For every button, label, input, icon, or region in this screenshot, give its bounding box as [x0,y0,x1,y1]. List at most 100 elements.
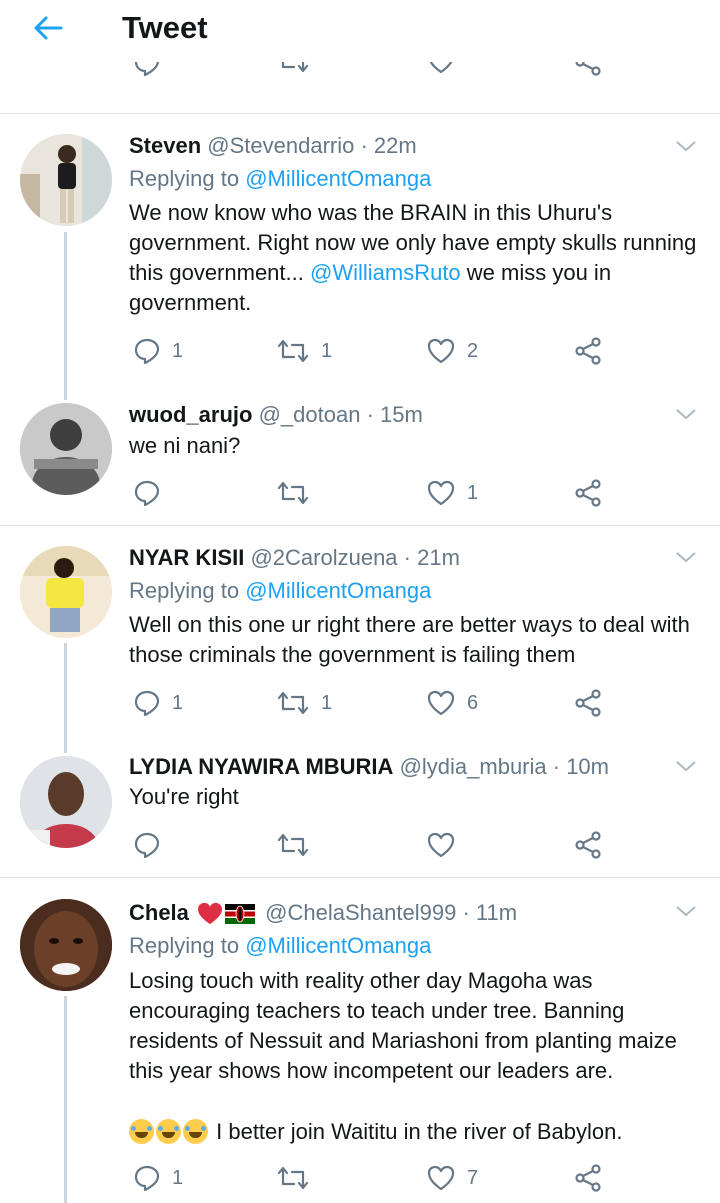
reply-count: 1 [172,1166,184,1189]
display-name[interactable]: Steven [129,133,201,158]
replying-prefix: Replying to [129,933,240,958]
like-button[interactable]: 7 [427,1160,478,1196]
mention-link[interactable]: @MillicentOmanga [245,933,431,958]
avatar[interactable] [20,546,112,638]
share-button[interactable] [574,1160,602,1196]
avatar[interactable] [20,134,112,226]
like-count: 1 [467,481,479,504]
reply-icon [134,1165,160,1191]
tweet-text: we ni nani? [129,433,241,458]
like-count: 2 [467,339,479,362]
display-name[interactable]: Chela [129,900,189,925]
share-icon [575,1164,601,1192]
share-button[interactable] [574,475,602,511]
retweet-button[interactable]: 1 [277,333,332,369]
reply-button[interactable]: 1 [134,333,183,369]
like-button[interactable] [427,827,467,863]
chevron-down-icon[interactable] [674,138,698,154]
timestamp: · 15m [366,402,423,427]
like-icon [427,832,455,858]
like-icon [427,338,455,364]
mention-link[interactable]: @MillicentOmanga [245,578,431,603]
reply-icon [134,338,160,364]
tweet-header: Steven @Stevendarrio · 22m [129,133,417,159]
display-name[interactable]: NYAR KISII [129,545,244,570]
like-button[interactable]: 6 [427,685,478,721]
page-title: Tweet [122,10,208,45]
reply-icon [134,690,160,716]
tweet-header: Chela @ChelaShantel999 · 11m [129,900,517,926]
display-name[interactable]: LYDIA NYAWIRA MBURIA [129,754,393,779]
replying-to: Replying to @MillicentOmanga [129,933,431,959]
reply-icon[interactable] [134,62,160,76]
handle[interactable]: @ChelaShantel999 [265,900,456,925]
tweet-text: We now know who was the BRAIN in this Uh… [129,198,709,318]
tweet-actions: 1 1 6 [0,685,720,721]
retweet-icon [277,339,309,363]
like-button[interactable]: 2 [427,333,478,369]
timestamp: · 22m [360,133,417,158]
reply-button[interactable] [134,827,172,863]
share-icon [575,831,601,859]
like-icon [427,1165,455,1191]
retweet-icon[interactable] [277,62,309,74]
retweet-button[interactable] [277,1160,321,1196]
top-bar: Tweet [0,0,720,58]
rofl-emoji-icon [183,1119,208,1144]
retweet-button[interactable] [277,827,321,863]
share-icon [575,337,601,365]
tweet-divider [0,113,720,114]
arrow-left-icon [34,16,63,40]
tweet-text-line: I better join Waititu in the river of Ba… [129,1117,709,1147]
chevron-down-icon[interactable] [674,903,698,919]
tweet-text-part: I better join Waititu in the river of Ba… [216,1119,623,1144]
display-name[interactable]: wuod_arujo [129,402,252,427]
tweet-actions: 1 7 [0,1160,720,1196]
retweet-icon [277,833,309,857]
share-button[interactable] [574,827,602,863]
share-button[interactable] [574,685,602,721]
tweet-text: Well on this one ur right there are bett… [129,612,690,667]
handle[interactable]: @2Carolzuena [250,545,397,570]
replying-prefix: Replying to [129,166,240,191]
tweet-header: LYDIA NYAWIRA MBURIA @lydia_mburia · 10m [129,754,609,780]
tweet-text: You're right [129,784,239,809]
like-button[interactable]: 1 [427,475,478,511]
handle[interactable]: @Stevendarrio [207,133,354,158]
back-button[interactable] [30,10,66,46]
timestamp: · 11m [462,900,518,925]
like-count: 7 [467,1166,479,1189]
main-tweet-actions [0,62,720,92]
retweet-button[interactable] [277,475,321,511]
mention-link[interactable]: @MillicentOmanga [245,166,431,191]
retweet-count: 1 [321,339,333,362]
share-icon [575,479,601,507]
heart-emoji-icon [198,903,223,925]
share-icon[interactable] [574,62,602,76]
timestamp: · 10m [552,754,609,779]
reply-count: 1 [172,339,184,362]
replying-prefix: Replying to [129,578,240,603]
like-icon[interactable] [427,62,455,74]
timestamp: · 21m [403,545,460,570]
replying-to: Replying to @MillicentOmanga [129,166,431,192]
replying-to: Replying to @MillicentOmanga [129,578,431,604]
chevron-down-icon[interactable] [674,758,698,774]
tweet-text: Losing touch with reality other day Mago… [129,968,677,1083]
chevron-down-icon[interactable] [674,549,698,565]
share-button[interactable] [574,333,602,369]
handle[interactable]: @_dotoan [259,402,361,427]
tweet-actions [0,827,720,863]
tweet-header: wuod_arujo @_dotoan · 15m [129,402,423,428]
chevron-down-icon[interactable] [674,406,698,422]
reply-button[interactable] [134,475,172,511]
avatar[interactable] [20,899,112,991]
retweet-button[interactable]: 1 [277,685,332,721]
kenya-flag-icon [225,904,256,925]
mention-link[interactable]: @WilliamsRuto [310,260,461,285]
tweet-divider [0,877,720,878]
reply-button[interactable]: 1 [134,685,183,721]
retweet-icon [277,691,309,715]
reply-button[interactable]: 1 [134,1160,183,1196]
handle[interactable]: @lydia_mburia [400,754,547,779]
